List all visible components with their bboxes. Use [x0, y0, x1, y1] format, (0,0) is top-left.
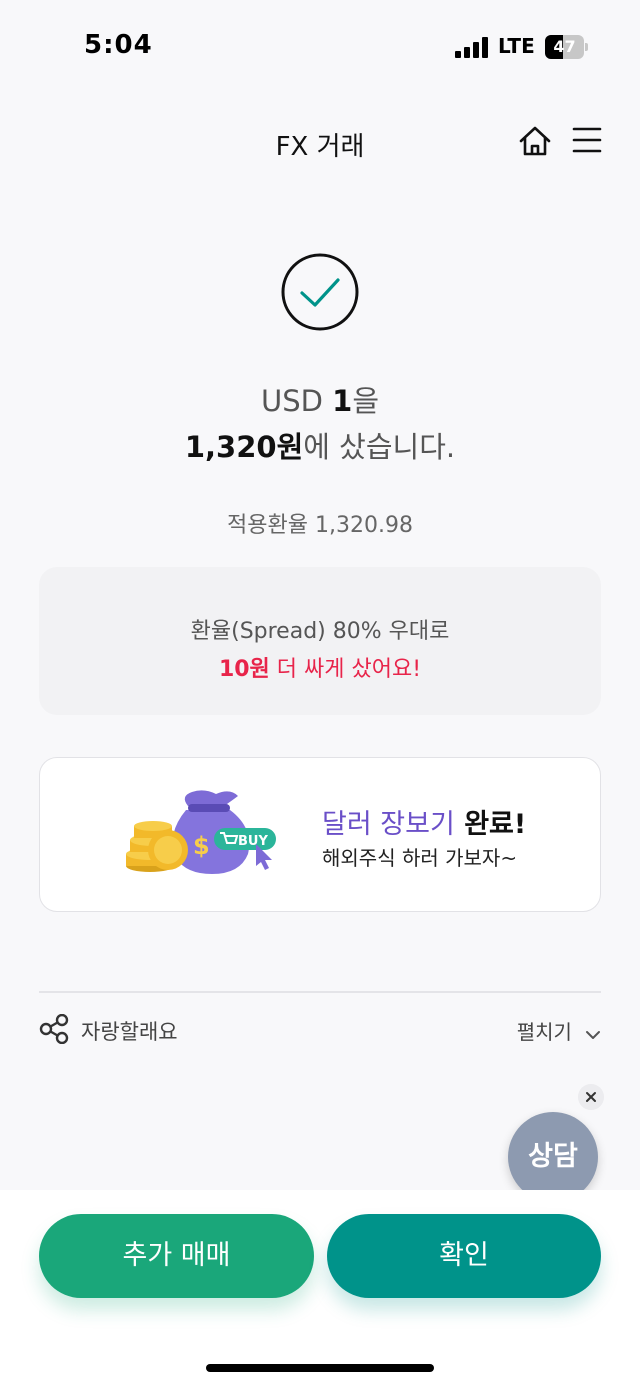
promo-title-rest: 완료! — [454, 809, 527, 840]
result-message-line1: USD 1을 — [0, 378, 640, 420]
spread-line2: 10원 더 싸게 샀어요! — [39, 651, 601, 683]
menu-icon[interactable] — [572, 126, 602, 154]
spread-line1: 환율(Spread) 80% 우대로 — [190, 619, 450, 644]
expand-button[interactable]: 펼치기 — [517, 1016, 601, 1044]
promo-title-accent: 달러 장보기 — [322, 809, 455, 840]
chevron-down-icon — [586, 1030, 600, 1039]
result-suffix: 에 샀습니다. — [303, 430, 456, 464]
result-particle: 을 — [352, 384, 380, 418]
home-indicator — [206, 1364, 434, 1372]
bottom-action-bar: 추가 매매 확인 — [0, 1190, 640, 1387]
cart-icon: BUY — [214, 828, 276, 850]
saved-amount: 10원 — [218, 657, 270, 682]
confirm-button[interactable]: 확인 — [327, 1214, 601, 1298]
divider — [39, 991, 601, 993]
spread-info-box: 환율(Spread) 80% 우대로 10원 더 싸게 샀어요! — [39, 567, 601, 715]
promo-card[interactable]: $ BUY 달러 장보기 완료! 해외주식 하러 가보자~ — [39, 757, 601, 912]
battery-level: 47 — [553, 37, 576, 56]
saved-message: 더 싸게 샀어요! — [269, 657, 422, 682]
money-bag-illustration: $ BUY — [126, 790, 276, 874]
network-label: LTE — [498, 34, 535, 58]
home-icon[interactable] — [518, 124, 552, 158]
currency-label: USD — [260, 384, 333, 418]
krw-amount: 1,320원 — [184, 430, 304, 464]
close-icon[interactable] — [578, 1084, 604, 1110]
result-message-line2: 1,320원에 샀습니다. — [0, 424, 640, 466]
share-label[interactable]: 자랑할래요 — [81, 1016, 178, 1046]
purchase-amount: 1 — [332, 384, 353, 418]
buy-tag: BUY — [238, 834, 268, 849]
status-time: 5:04 — [84, 30, 153, 60]
success-check-icon — [281, 253, 359, 331]
applied-rate: 적용환율 1,320.98 — [227, 513, 413, 538]
share-icon[interactable] — [39, 1014, 69, 1044]
promo-subtitle: 해외주식 하러 가보자~ — [322, 846, 518, 870]
promo-title: 달러 장보기 완료! — [322, 802, 526, 841]
consult-button[interactable]: 상담 — [508, 1112, 598, 1202]
status-bar: 5:04 LTE 47 — [0, 0, 640, 90]
expand-label: 펼치기 — [516, 1020, 572, 1044]
share-row: 자랑할래요 펼치기 — [39, 1012, 601, 1048]
nav-bar: FX 거래 — [0, 110, 640, 174]
battery-icon: 47 — [545, 35, 589, 59]
svg-text:$: $ — [193, 832, 210, 860]
signal-icon — [455, 36, 491, 58]
more-trade-button[interactable]: 추가 매매 — [39, 1214, 314, 1298]
